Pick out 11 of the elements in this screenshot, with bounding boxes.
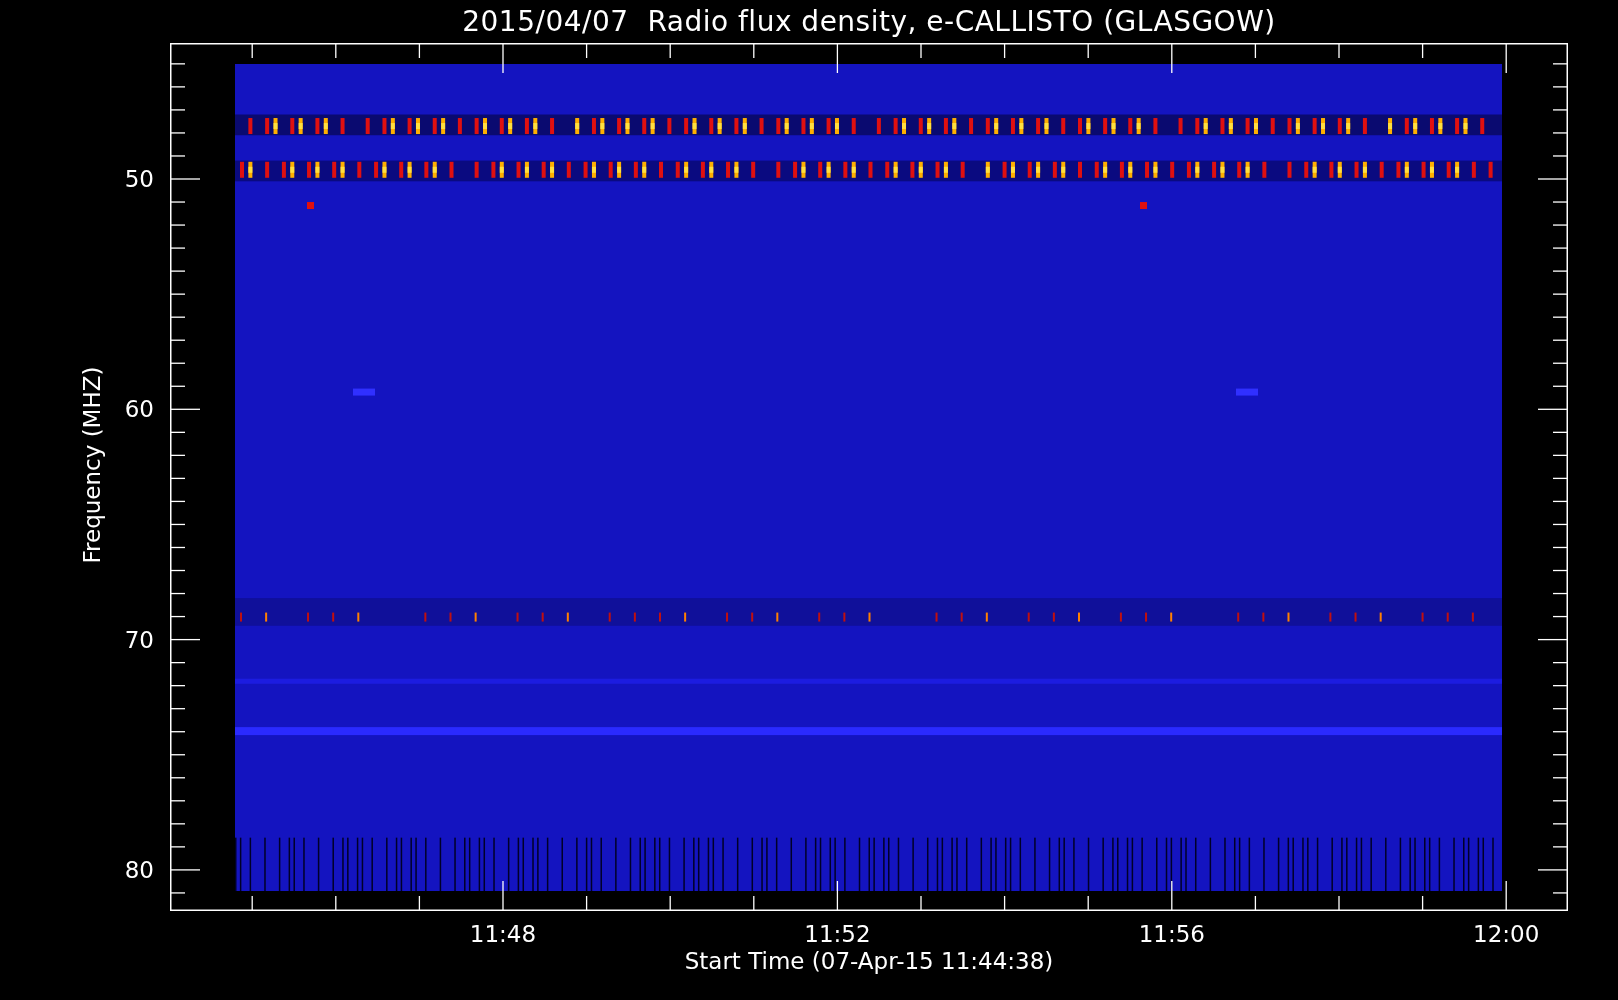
x-axis-label: Start Time (07-Apr-15 11:44:38): [684, 948, 1054, 974]
x-tick-label: 11:52: [804, 921, 871, 947]
x-tick-label: 11:56: [1138, 921, 1205, 947]
y-axis-label: Frequency (MHZ): [79, 366, 105, 564]
x-tick-label: 11:48: [469, 921, 537, 947]
y-tick-label: 60: [124, 396, 154, 423]
x-tick-label: 12:00: [1473, 921, 1540, 947]
chart-title: 2015/04/07 Radio flux density, e-CALLISTO (GLASGOW): [462, 5, 1276, 38]
y-tick-label: 70: [124, 626, 154, 653]
y-tick-label: 80: [124, 856, 154, 883]
y-tick-label: 50: [124, 166, 154, 192]
